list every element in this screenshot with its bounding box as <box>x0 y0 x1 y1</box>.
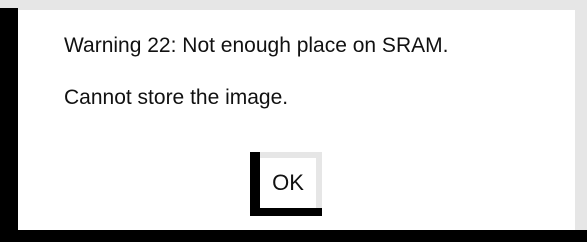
dialog-bevel-bottom <box>0 230 587 242</box>
warning-dialog: Warning 22: Not enough place on SRAM. Ca… <box>0 0 587 242</box>
dialog-bevel-left <box>0 8 18 242</box>
ok-button[interactable]: OK <box>250 152 322 216</box>
dialog-bevel-corner <box>573 230 587 242</box>
dialog-bevel-top <box>0 0 587 10</box>
dialog-bevel-right <box>575 0 587 242</box>
ok-button-shadow-left <box>250 152 260 216</box>
ok-button-shadow-bottom <box>250 208 322 216</box>
ok-button-label: OK <box>272 170 304 195</box>
ok-button-highlight-right <box>316 152 322 208</box>
warning-message: Warning 22: Not enough place on SRAM. <box>64 34 449 57</box>
warning-detail: Cannot store the image. <box>64 86 289 109</box>
ok-button-face: OK <box>260 158 316 208</box>
